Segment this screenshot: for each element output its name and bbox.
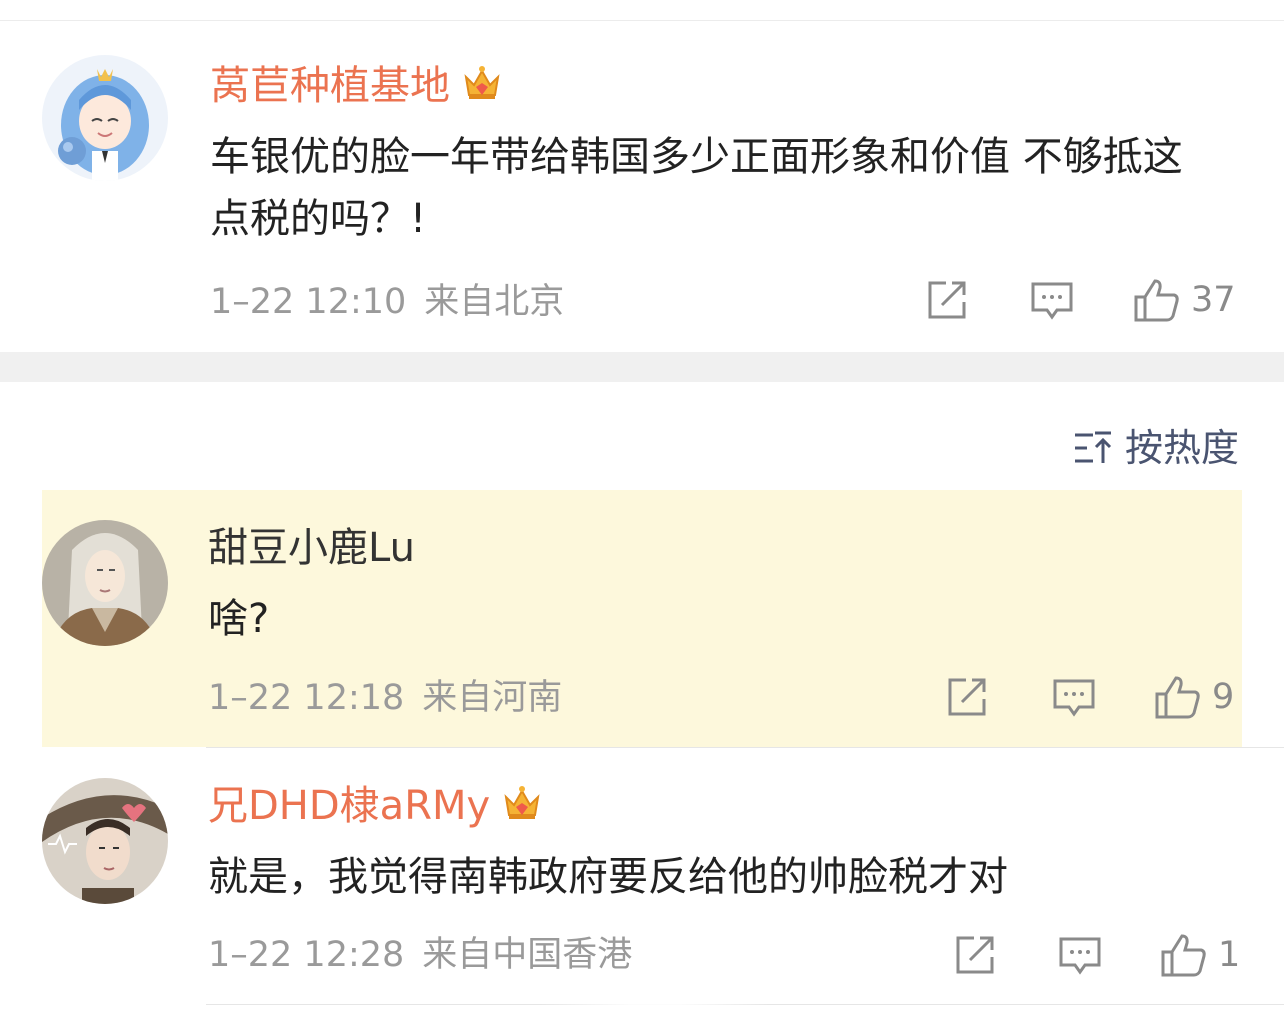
comment-text: 啥? xyxy=(208,596,270,642)
comment-meta: 1–22 12:28 来自中国香港 xyxy=(208,933,632,977)
location: 来自北京 xyxy=(424,282,565,322)
share-button[interactable] xyxy=(926,280,970,320)
comment-meta: 1–22 12:18 来自河南 xyxy=(208,676,562,720)
crown-icon xyxy=(460,61,504,105)
avatar[interactable] xyxy=(42,778,168,904)
comment-icon xyxy=(1053,679,1095,717)
timestamp: 1–22 12:18 xyxy=(208,678,405,718)
comment-icon xyxy=(1031,282,1073,320)
comment-button[interactable] xyxy=(1030,281,1074,321)
crown-icon xyxy=(500,781,544,825)
username-text[interactable]: 兄DHD棣aRMy xyxy=(208,783,490,829)
comment-text: 就是，我觉得南韩政府要反给他的帅脸税才对 xyxy=(208,854,1008,900)
username-text[interactable]: 甜豆小鹿Lu xyxy=(208,525,415,571)
timestamp: 1–22 12:28 xyxy=(208,935,405,975)
section-gap xyxy=(0,352,1284,382)
comment-meta: 1–22 12:10 来自北京 xyxy=(210,280,564,324)
username[interactable]: 兄DHD棣aRMy xyxy=(208,780,544,832)
share-icon xyxy=(956,936,994,974)
username[interactable]: 莴苣种植基地 xyxy=(210,60,504,112)
like-button[interactable]: 37 xyxy=(1133,277,1236,323)
like-count: 9 xyxy=(1212,677,1235,717)
share-icon xyxy=(928,281,966,319)
sort-icon xyxy=(1074,431,1112,463)
share-button[interactable] xyxy=(954,935,998,975)
comment-text: 车银优的脸一年带给韩国多少正面形象和价值 不够抵这点税的吗？! xyxy=(210,134,1183,242)
timestamp: 1–22 12:10 xyxy=(210,282,407,322)
username-text[interactable]: 莴苣种植基地 xyxy=(210,63,450,109)
avatar[interactable] xyxy=(42,55,168,181)
username[interactable]: 甜豆小鹿Lu xyxy=(208,522,415,574)
like-icon xyxy=(1161,934,1206,977)
comment-button[interactable] xyxy=(1058,936,1102,976)
location: 来自河南 xyxy=(422,678,563,718)
like-icon xyxy=(1134,279,1179,322)
like-button[interactable]: 9 xyxy=(1154,674,1234,720)
like-count: 1 xyxy=(1218,935,1241,975)
like-icon xyxy=(1155,676,1200,719)
share-icon xyxy=(948,678,986,716)
share-button[interactable] xyxy=(946,677,990,717)
comment-button[interactable] xyxy=(1052,678,1096,718)
sort-label[interactable]: 按热度 xyxy=(1125,424,1239,472)
location: 来自中国香港 xyxy=(422,935,633,975)
avatar[interactable] xyxy=(42,520,168,646)
like-count: 37 xyxy=(1191,280,1236,320)
comment-icon xyxy=(1059,937,1101,975)
comment-divider xyxy=(206,747,1284,748)
like-button[interactable]: 1 xyxy=(1160,932,1240,978)
sort-toggle[interactable]: 按热度 xyxy=(1073,424,1239,472)
watermark-fade xyxy=(540,975,770,1021)
top-divider xyxy=(0,20,1284,21)
